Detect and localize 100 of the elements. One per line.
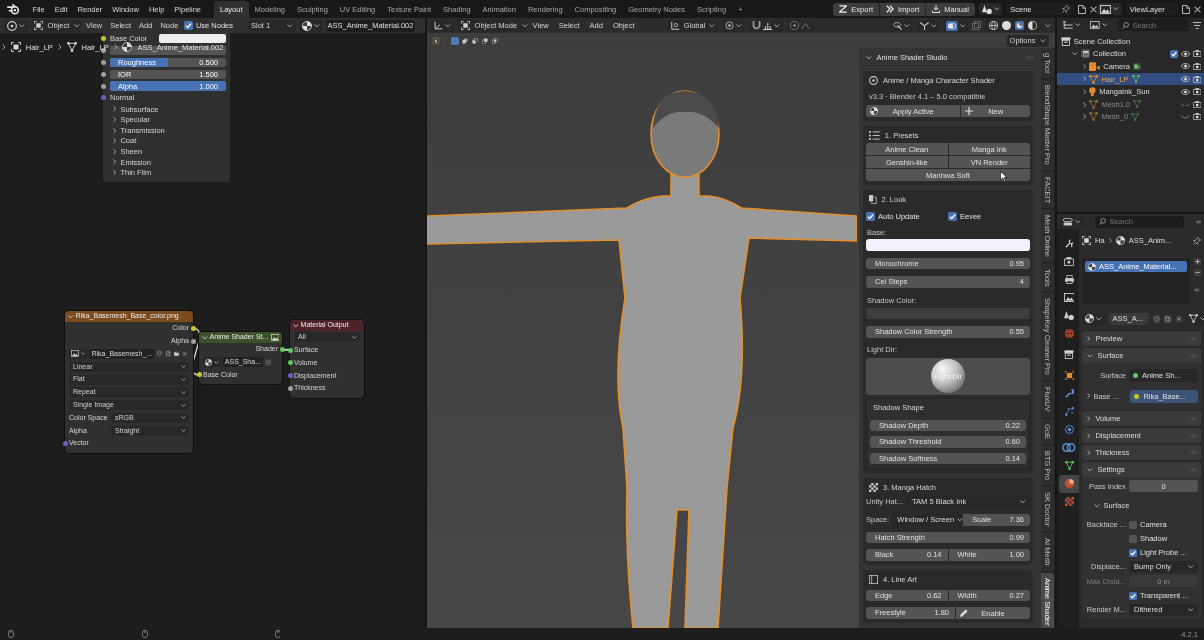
eye-icon[interactable] xyxy=(1180,76,1190,83)
eye-icon[interactable] xyxy=(1180,88,1190,95)
scene-browse-dropdown[interactable] xyxy=(978,3,1003,15)
caret-icon xyxy=(181,378,186,382)
camera-icon[interactable] xyxy=(1192,113,1201,121)
new-document-icon[interactable] xyxy=(1078,4,1087,14)
caret-icon xyxy=(959,23,966,28)
slider-field[interactable] xyxy=(110,45,226,56)
camera-icon[interactable] xyxy=(1192,88,1201,96)
picture-icon xyxy=(270,334,279,341)
caret-icon[interactable] xyxy=(1194,288,1200,292)
properties-tab[interactable] xyxy=(1059,475,1079,493)
caret-icon xyxy=(1087,432,1091,438)
caret-icon xyxy=(202,335,208,340)
caret-icon xyxy=(709,23,715,28)
magnet-icon xyxy=(751,21,761,30)
caret-icon xyxy=(1101,23,1108,27)
overlay-dropdown[interactable] xyxy=(943,19,969,32)
color-swatch[interactable] xyxy=(866,239,1030,251)
zigzag-icon xyxy=(839,5,848,13)
editor-type-dropdown[interactable] xyxy=(4,19,28,32)
caret-icon xyxy=(1020,499,1026,504)
plus-icon[interactable] xyxy=(1194,258,1201,265)
material-browse-dropdown[interactable] xyxy=(203,357,221,368)
eye-icon[interactable] xyxy=(1180,50,1190,57)
checker-icon xyxy=(1064,497,1074,507)
camera-icon[interactable] xyxy=(1192,50,1201,58)
gizmo-dropdown[interactable] xyxy=(916,19,940,32)
caret-icon[interactable] xyxy=(1087,393,1091,399)
caret-icon xyxy=(1087,467,1093,471)
app-logo-icon[interactable] xyxy=(7,3,20,15)
caret-icon xyxy=(181,365,186,369)
squares-intersect-icon[interactable] xyxy=(491,36,499,45)
caret-icon xyxy=(445,23,451,28)
filter-icon[interactable] xyxy=(1192,21,1201,29)
caret-icon xyxy=(181,429,186,433)
document-icon[interactable] xyxy=(1164,314,1172,323)
pin-icon xyxy=(1062,5,1071,13)
caret-icon xyxy=(866,55,872,60)
box-icon xyxy=(1064,350,1074,360)
camera-icon[interactable] xyxy=(1192,75,1201,83)
camera-icon xyxy=(1089,62,1101,71)
chevron-icon xyxy=(113,44,118,50)
editor-type-dropdown[interactable] xyxy=(1060,215,1084,228)
caret-icon xyxy=(214,360,219,364)
color-swatch[interactable] xyxy=(159,34,226,44)
document-icon[interactable] xyxy=(164,350,172,358)
close-icon[interactable] xyxy=(1175,315,1182,322)
eye-icon[interactable] xyxy=(1180,63,1190,70)
folder-icon[interactable] xyxy=(173,351,181,357)
view-layer-browse-dropdown[interactable] xyxy=(1097,3,1122,15)
quartered-sphere-icon[interactable] xyxy=(1015,21,1025,30)
camera-icon[interactable] xyxy=(1192,63,1201,70)
framed-square-icon xyxy=(1064,371,1074,381)
triangle-vertices-icon xyxy=(1089,99,1099,109)
box-icon xyxy=(1080,49,1091,59)
solid-sphere-icon[interactable] xyxy=(1002,21,1012,30)
squares-subtract-icon[interactable] xyxy=(471,36,479,45)
search-icon xyxy=(1099,218,1107,225)
new-document-icon[interactable] xyxy=(1181,4,1190,14)
triangle-vertices-icon xyxy=(66,42,77,52)
selectability-dropdown[interactable] xyxy=(889,19,913,32)
close-icon[interactable] xyxy=(1194,5,1201,13)
picture-icon xyxy=(71,350,79,358)
snap-dropdown[interactable] xyxy=(748,19,783,32)
framed-square-icon xyxy=(1082,236,1091,245)
half-filled-circle-icon[interactable] xyxy=(1028,21,1038,30)
checker-icon xyxy=(869,483,878,492)
close-icon[interactable] xyxy=(182,351,188,357)
cursor-box-icon[interactable] xyxy=(431,35,441,46)
wireframe-sphere-icon[interactable] xyxy=(989,21,999,30)
shield-icon[interactable] xyxy=(1152,314,1161,323)
checkbox-icon[interactable] xyxy=(1169,49,1178,58)
close-icon[interactable] xyxy=(1090,5,1098,13)
squares-overlap-icon[interactable] xyxy=(972,21,982,30)
caret-icon xyxy=(1188,607,1194,612)
dotted-square-icon[interactable] xyxy=(451,36,459,45)
proportional-dropdown[interactable] xyxy=(786,19,813,32)
pencil-icon xyxy=(960,609,968,617)
editor-type-dropdown[interactable] xyxy=(431,19,454,32)
wrench-screwdriver-icon xyxy=(1064,239,1074,249)
triangle-vertices-icon xyxy=(1064,461,1074,471)
squares-union-icon[interactable] xyxy=(461,36,469,45)
caret-icon xyxy=(352,335,357,339)
caret-icon xyxy=(74,23,80,28)
caret-icon[interactable] xyxy=(1045,23,1051,28)
squares-invert-icon[interactable] xyxy=(481,36,489,45)
caret-icon xyxy=(1096,316,1102,321)
minus-icon[interactable] xyxy=(1194,269,1201,276)
caret-icon[interactable] xyxy=(1195,219,1201,224)
caret-icon xyxy=(181,390,186,394)
pivot-dropdown[interactable] xyxy=(721,19,745,32)
picture-icon xyxy=(1090,21,1100,29)
material-browse-dropdown[interactable] xyxy=(299,19,323,32)
pin-icon[interactable] xyxy=(1193,236,1201,245)
cone-sphere-icon xyxy=(981,4,992,14)
caret-icon xyxy=(735,23,742,28)
camera-icon[interactable] xyxy=(1192,100,1201,108)
quartered-sphere-icon xyxy=(1115,236,1125,245)
image-browse-dropdown[interactable] xyxy=(69,349,88,359)
